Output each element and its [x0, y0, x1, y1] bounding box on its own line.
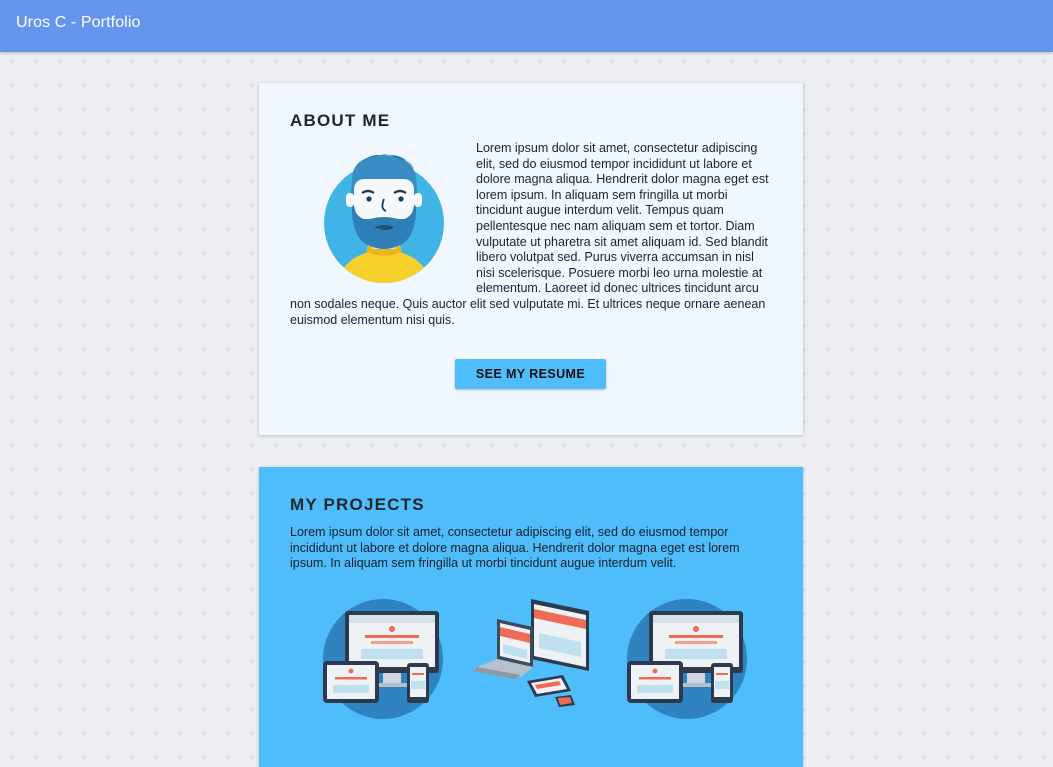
projects-card: MY PROJECTS Lorem ipsum dolor sit amet, …: [259, 467, 803, 767]
isometric-devices-icon[interactable]: [471, 597, 595, 724]
bearded-man-avatar-icon: [290, 141, 476, 293]
responsive-devices-icon[interactable]: [625, 597, 747, 724]
about-card: ABOUT ME Lorem ipsum dolor sit amet, con…: [259, 83, 803, 435]
about-heading: ABOUT ME: [290, 111, 391, 130]
about-content: Lorem ipsum dolor sit amet, consectetur …: [290, 141, 772, 328]
app-title: Uros C - Portfolio: [16, 14, 141, 31]
see-my-resume-button[interactable]: SEE MY RESUME: [455, 359, 606, 389]
top-app-bar: Uros C - Portfolio: [0, 0, 1053, 52]
responsive-devices-icon[interactable]: [321, 597, 443, 724]
projects-heading: MY PROJECTS: [290, 495, 425, 514]
projects-text: Lorem ipsum dolor sit amet, consectetur …: [290, 525, 740, 571]
